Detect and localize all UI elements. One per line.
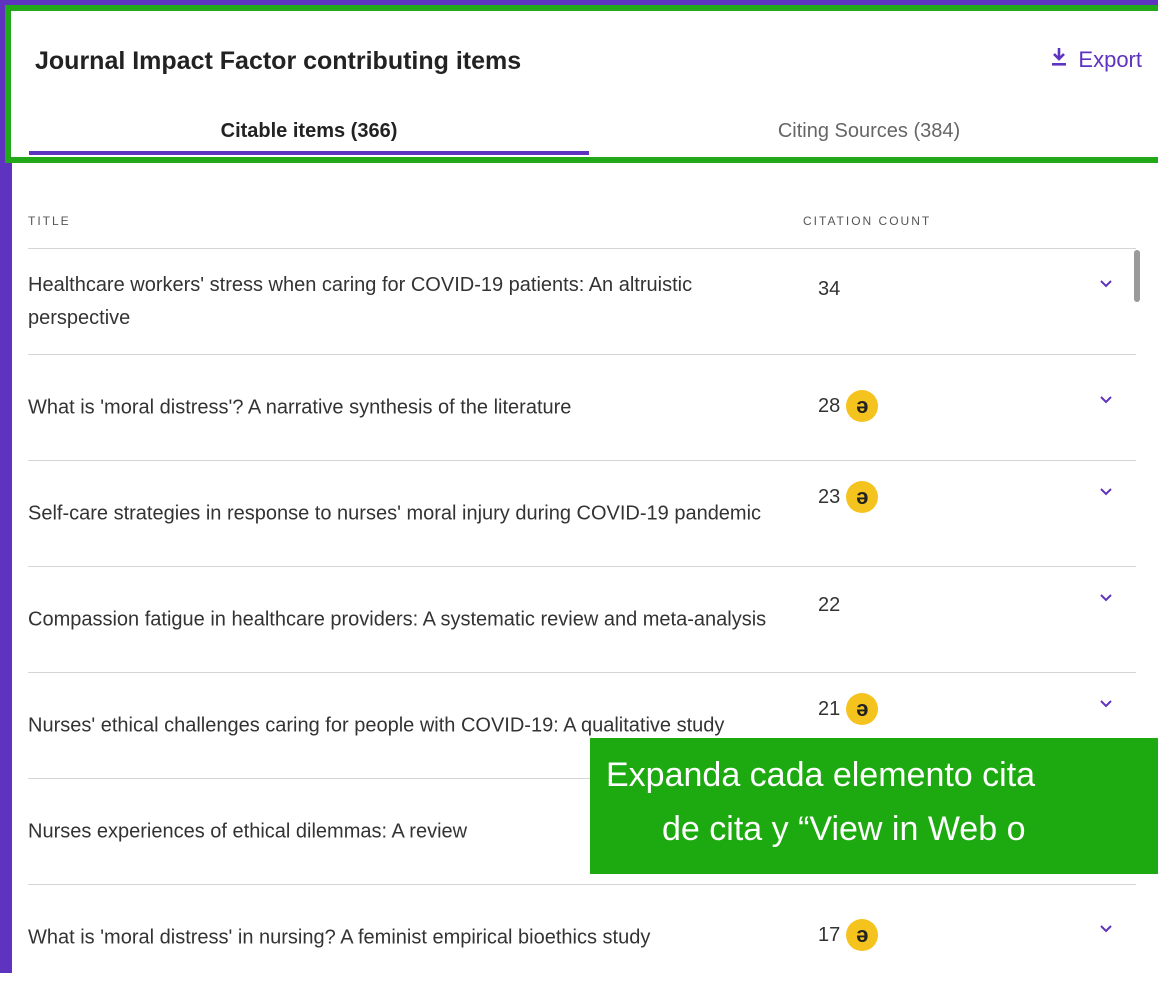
table-row[interactable]: Self-care strategies in response to nurs…: [28, 460, 1136, 566]
banner-line-2: de cita y “View in Web o: [662, 810, 1026, 848]
citation-count-value: 28: [818, 394, 841, 417]
chevron-down-icon[interactable]: [1096, 393, 1116, 407]
citation-count: 34: [818, 278, 840, 301]
chevron-down-icon[interactable]: [1096, 697, 1116, 711]
citation-count-value: 23: [818, 485, 841, 508]
tab-citable-items[interactable]: Citable items (366): [29, 106, 589, 157]
scrollbar-thumb[interactable]: [1134, 250, 1140, 302]
table-row[interactable]: Healthcare workers' stress when caring f…: [28, 248, 1136, 354]
citation-count: 21 ə: [818, 693, 879, 725]
table-row[interactable]: What is 'moral distress' in nursing? A f…: [28, 884, 1136, 990]
item-title: What is 'moral distress'? A narrative sy…: [28, 396, 572, 418]
items-table: Healthcare workers' stress when caring f…: [28, 248, 1136, 990]
citation-count-value: 34: [818, 278, 841, 300]
item-title: What is 'moral distress' in nursing? A f…: [28, 926, 651, 948]
chevron-down-icon[interactable]: [1096, 591, 1116, 605]
citation-count-value: 21: [818, 697, 841, 720]
banner-line-1: Expanda cada elemento cita: [606, 756, 1036, 794]
citation-count: 22: [818, 594, 840, 617]
page-title: Journal Impact Factor contributing items: [35, 47, 522, 75]
panel-header: Journal Impact Factor contributing items…: [5, 5, 1158, 163]
tab-citing-sources[interactable]: Citing Sources (384): [589, 106, 1149, 157]
item-title: Self-care strategies in response to nurs…: [28, 502, 762, 524]
item-title: Healthcare workers' stress when caring f…: [28, 273, 693, 329]
chevron-down-icon[interactable]: [1096, 922, 1116, 936]
open-access-icon: ə: [846, 481, 879, 513]
citation-count: 17 ə: [818, 919, 879, 951]
citation-count: 23 ə: [818, 481, 879, 513]
chevron-down-icon[interactable]: [1096, 485, 1116, 499]
column-header-title[interactable]: TITLE: [28, 214, 71, 228]
table-row[interactable]: What is 'moral distress'? A narrative sy…: [28, 354, 1136, 460]
open-access-icon: ə: [846, 693, 879, 725]
open-access-icon: ə: [846, 390, 879, 422]
tab-bar: Citable items (366) Citing Sources (384): [29, 106, 1158, 157]
citation-count-value: 22: [818, 594, 841, 616]
citation-count-value: 17: [818, 923, 841, 946]
export-label: Export: [1078, 47, 1142, 72]
export-button[interactable]: Export: [1050, 47, 1142, 73]
column-header-citation-count[interactable]: CITATION COUNT: [803, 214, 931, 228]
item-title: Compassion fatigue in healthcare provide…: [28, 608, 767, 630]
download-icon: [1050, 47, 1068, 73]
table-row[interactable]: Compassion fatigue in healthcare provide…: [28, 566, 1136, 672]
open-access-icon: ə: [846, 919, 879, 951]
chevron-down-icon[interactable]: [1096, 277, 1116, 291]
instruction-banner: Expanda cada elemento cita de cita y “Vi…: [590, 738, 1158, 874]
citation-count: 28 ə: [818, 390, 879, 422]
